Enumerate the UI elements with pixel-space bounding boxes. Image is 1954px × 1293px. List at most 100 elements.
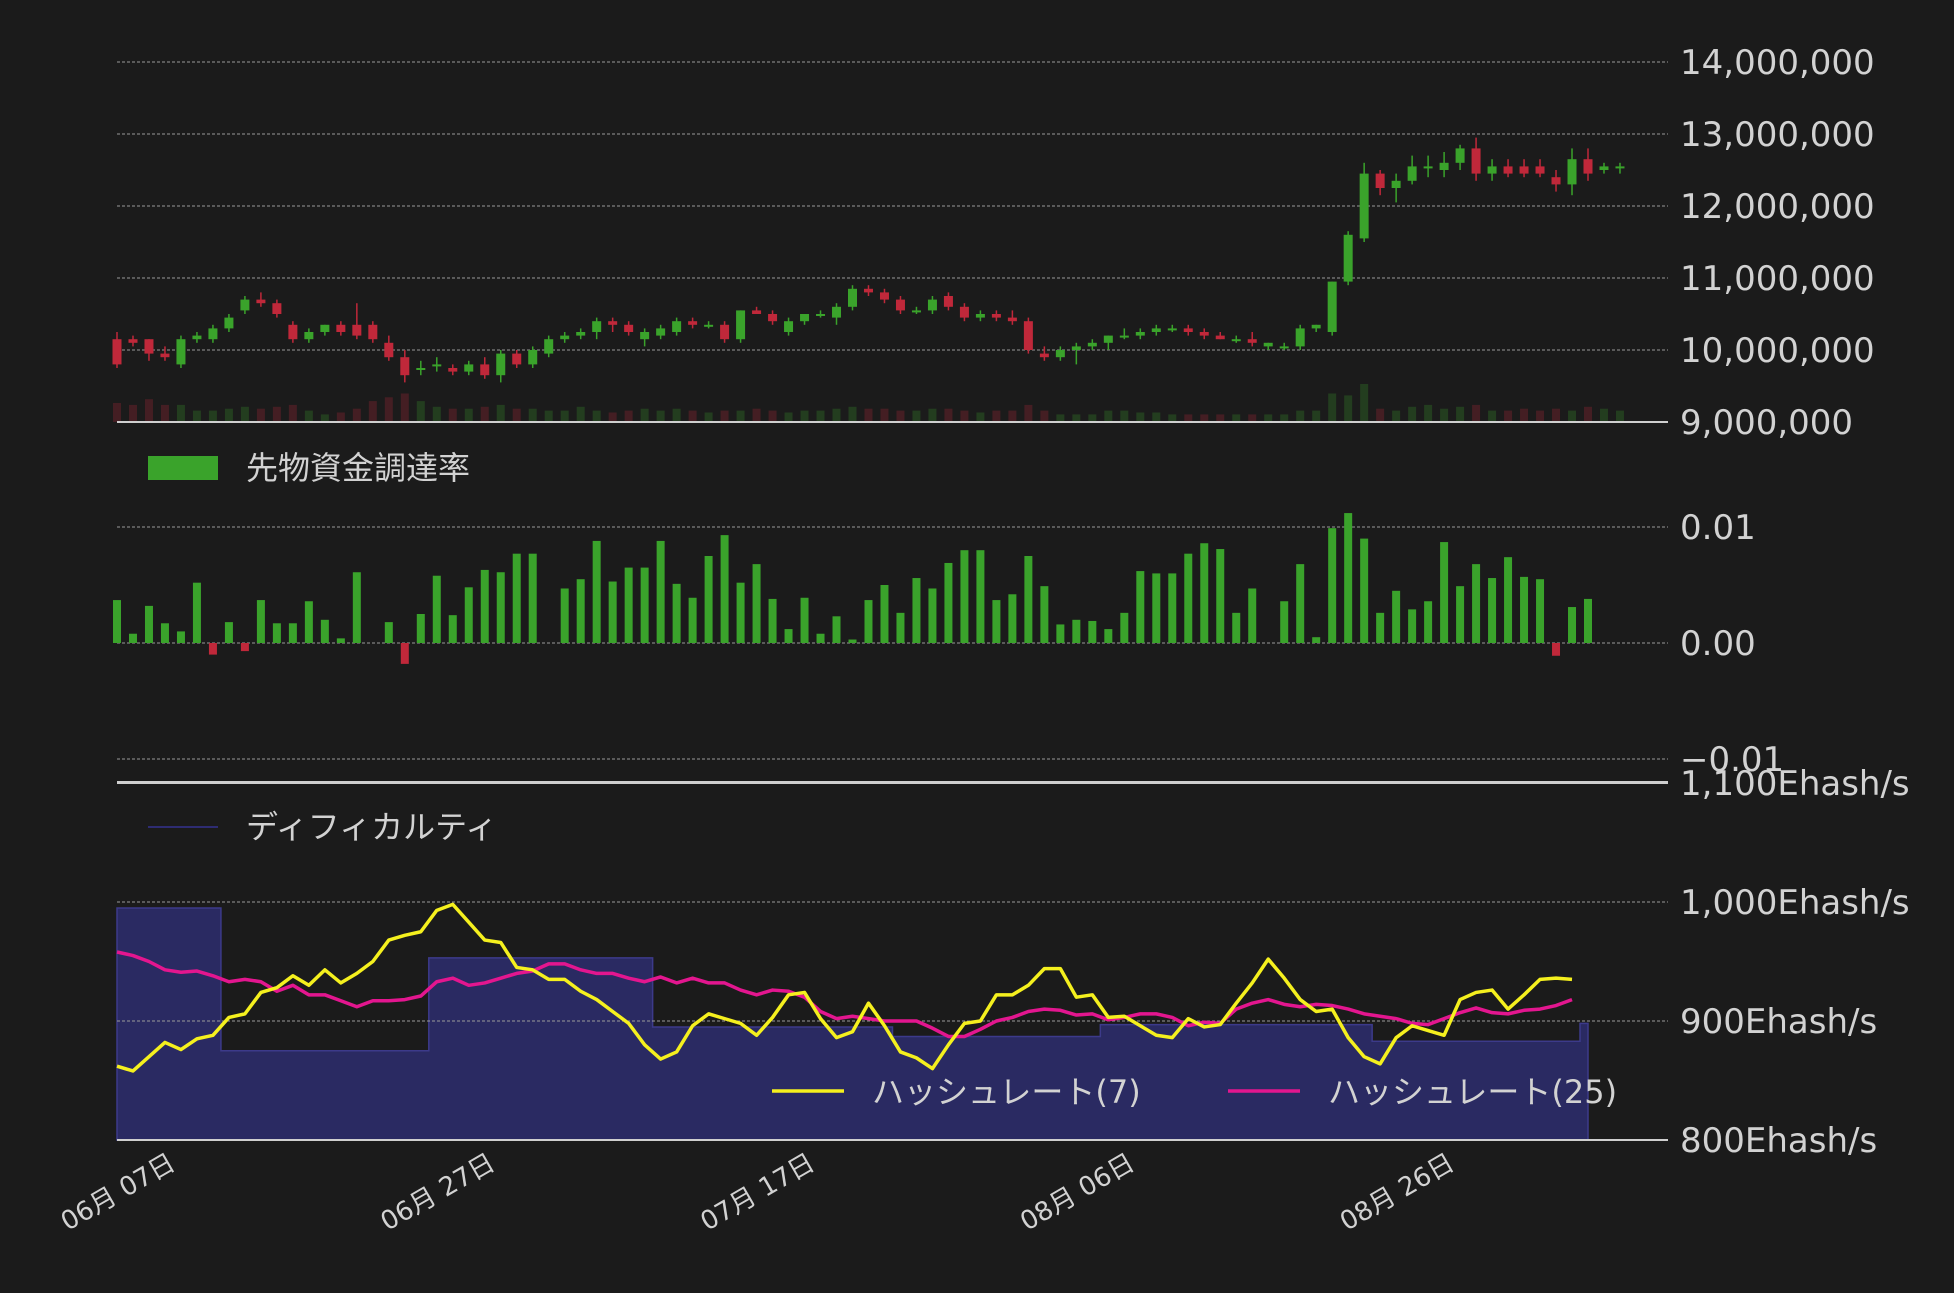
volume-bar [1152, 412, 1161, 422]
volume-bar [1424, 404, 1433, 422]
volume-bar [1184, 414, 1193, 422]
hashrate-tick-label: 900Ehash/s [1680, 1002, 1877, 1042]
volume-bar [224, 408, 233, 422]
volume-bar [1552, 408, 1561, 422]
funding-bar [1120, 612, 1129, 643]
funding-bar [752, 564, 761, 643]
candle-body [1327, 281, 1337, 332]
funding-bar [992, 600, 1001, 643]
volume-bar [912, 410, 921, 422]
price-tick-label: 12,000,000 [1680, 187, 1875, 227]
candle-body [320, 324, 330, 332]
volume-bar [1280, 414, 1289, 422]
volume-bar [592, 410, 601, 422]
candle-body [288, 324, 298, 340]
volume-bar [240, 406, 249, 422]
x-axis: 06月 07日 06月 27日 07月 17日 08月 06日 08月 26日 [56, 1148, 1460, 1237]
candle-body [128, 339, 138, 343]
volume-bar [113, 403, 121, 422]
volume-bar [304, 410, 313, 422]
volume-bar [1168, 414, 1177, 422]
x-tick-label: 06月 07日 [56, 1148, 180, 1237]
chart-canvas: 9,000,000 10,000,000 11,000,000 12,000,000 1… [56, 43, 1910, 1237]
funding-bar [848, 639, 857, 643]
candle-body [1311, 324, 1321, 329]
funding-bar [896, 612, 905, 643]
hashrate-tick-label: 1,000Ehash/s [1680, 883, 1910, 923]
candle-body [1039, 353, 1049, 358]
volume-bar [1408, 406, 1417, 422]
candle-body [688, 321, 698, 325]
candle-body [272, 303, 282, 314]
volume-bar [368, 401, 377, 422]
funding-bar [960, 550, 969, 643]
volume-bar [352, 408, 361, 422]
volume-bar [576, 406, 585, 422]
volume-bar [1216, 414, 1225, 422]
volume-bar [976, 412, 985, 422]
candle-body [336, 324, 346, 332]
candle-body [1023, 321, 1033, 350]
candle-body [1103, 335, 1113, 343]
funding-bar [192, 582, 201, 643]
funding-bar [1280, 601, 1289, 643]
volume-bar [624, 410, 633, 422]
volume-bar [1072, 414, 1081, 422]
candle-body [512, 353, 522, 365]
price-tick-label: 14,000,000 [1680, 43, 1875, 83]
candle-body [640, 332, 650, 340]
funding-bar [928, 588, 937, 643]
candle-body [1407, 166, 1417, 181]
funding-bar [512, 553, 521, 643]
funding-bar [944, 562, 953, 643]
candle-body [816, 314, 826, 316]
funding-bar [128, 633, 137, 643]
funding-bar [432, 575, 441, 643]
price-tick-label: 10,000,000 [1680, 331, 1875, 371]
funding-bar [1376, 612, 1385, 643]
volume-bar [1456, 406, 1465, 422]
funding-bar [464, 587, 473, 643]
volume-bar [320, 414, 329, 422]
funding-bar [912, 578, 921, 643]
volume-bar [1008, 410, 1017, 422]
candle-body [1567, 159, 1577, 185]
funding-bar [1344, 513, 1353, 643]
price-panel: 9,000,000 10,000,000 11,000,000 12,000,000 1… [112, 43, 1875, 443]
volume-bar [880, 408, 889, 422]
funding-bar [1392, 590, 1401, 643]
candle-body [1263, 342, 1273, 347]
volume-bar [1120, 410, 1129, 422]
candle-body [672, 321, 682, 332]
funding-bar [976, 550, 985, 643]
candle-body [656, 328, 666, 336]
volume-bar [176, 404, 185, 422]
funding-bar [256, 600, 265, 643]
volume-bar [528, 408, 537, 422]
volume-bar [448, 408, 457, 422]
volume-bar [800, 410, 809, 422]
candle-body [1391, 180, 1401, 188]
funding-bar [1056, 624, 1065, 643]
volume-bar [1440, 408, 1449, 422]
volume-bar [256, 408, 265, 422]
candle-body [1135, 332, 1145, 336]
x-tick-label: 06月 27日 [376, 1148, 500, 1237]
volume-bar [1376, 408, 1385, 422]
funding-bar [1328, 528, 1337, 643]
volume-bar [944, 408, 953, 422]
funding-bar [1008, 594, 1017, 643]
funding-bar [144, 605, 153, 643]
candle-body [704, 324, 714, 327]
candle-body [1279, 346, 1289, 349]
volume-bar [1136, 412, 1145, 422]
candle-body [560, 335, 570, 340]
volume-bar [1296, 410, 1305, 422]
hashrate-25-line [116, 950, 1573, 1039]
volume-bar [1104, 410, 1113, 422]
volume-bar [768, 410, 777, 422]
candle-body [991, 314, 1001, 318]
candle-body [1615, 166, 1625, 169]
volume-bar [1264, 414, 1273, 422]
volume-bar [288, 404, 297, 422]
